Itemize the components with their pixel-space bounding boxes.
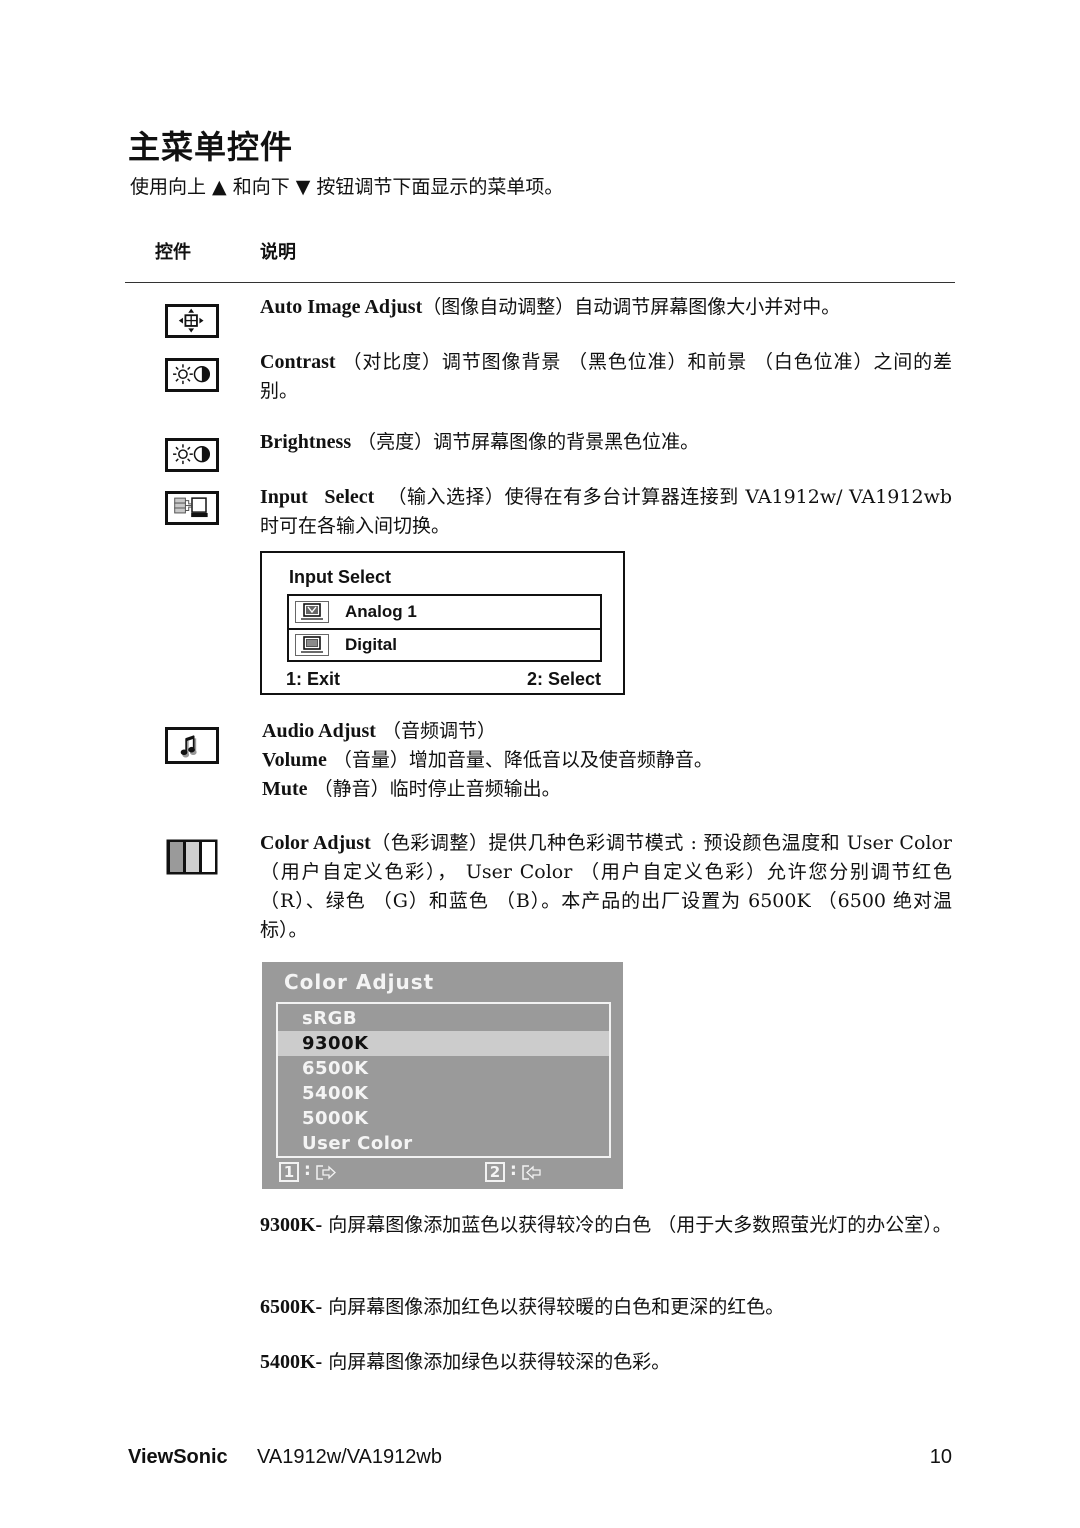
- input-option-analog[interactable]: Analog 1: [289, 596, 600, 630]
- page-title: 主菜单控件: [128, 128, 294, 166]
- audio-adjust-icon: [165, 727, 219, 764]
- input-option-label: Analog 1: [345, 602, 417, 621]
- column-header-description: 说明: [260, 242, 296, 263]
- key-1-colon: :: [304, 1160, 311, 1180]
- brightness-text: （亮度）调节屏幕图像的背景黑色位准。: [351, 431, 700, 453]
- color-adjust-osd: Color Adjust sRGB 9300K 6500K 5400K 5000…: [262, 962, 623, 1189]
- volume-text: （音量）增加音量、降低音以及使音频静音。: [326, 749, 713, 771]
- preset-9300k-term: 9300K-: [260, 1214, 323, 1236]
- brightness-icon: [165, 438, 219, 472]
- footer-model: VA1912w/VA1912wb: [257, 1446, 442, 1468]
- input-select-options: Analog 1 Digital: [287, 594, 602, 662]
- enter-door-icon: [521, 1163, 543, 1181]
- key-2-colon: :: [510, 1160, 517, 1180]
- color-adjust-options: sRGB 9300K 6500K 5400K 5000K User Color: [276, 1002, 611, 1158]
- color-adjust-osd-title: Color Adjust: [284, 970, 435, 994]
- header-divider: [125, 282, 955, 283]
- color-option-5000k[interactable]: 5000K: [278, 1106, 609, 1131]
- analog-monitor-icon: [295, 601, 329, 623]
- preset-6500k-text: 向屏幕图像添加红色以获得较暖的白色和更深的红色。: [322, 1296, 785, 1318]
- key-1-badge: 1: [279, 1162, 299, 1182]
- preset-9300k-description: 9300K- 向屏幕图像添加蓝色以获得较冷的白色 （用于大多数照萤光灯的办公室）…: [260, 1211, 952, 1240]
- auto-image-adjust-term: Auto Image Adjust: [260, 296, 423, 318]
- preset-9300k-text: 向屏幕图像添加蓝色以获得较冷的白色 （用于大多数照萤光灯的办公室）。: [322, 1214, 952, 1236]
- mute-term: Mute: [262, 778, 308, 800]
- input-select-osd-title: Input Select: [289, 567, 392, 587]
- preset-5400k-description: 5400K- 向屏幕图像添加绿色以获得较深的色彩。: [260, 1348, 952, 1377]
- volume-term: Volume: [262, 749, 327, 771]
- input-option-label: Digital: [345, 635, 397, 654]
- input-select-icon: [165, 491, 219, 525]
- auto-image-adjust-icon: [165, 304, 219, 338]
- color-option-5400k[interactable]: 5400K: [278, 1081, 609, 1106]
- contrast-description: Contrast （对比度）调节图像背景 （黑色位准）和前景 （白色位准）之间的…: [260, 348, 952, 406]
- preset-5400k-term: 5400K-: [260, 1351, 323, 1373]
- color-option-9300k[interactable]: 9300K: [278, 1031, 609, 1056]
- auto-image-adjust-description: Auto Image Adjust（图像自动调整）自动调节屏幕图像大小并对中。: [260, 293, 952, 322]
- digital-monitor-icon: [295, 634, 329, 656]
- color-adjust-term: Color Adjust: [260, 832, 371, 854]
- input-select-osd: Input Select Analog 1 Digital 1: Exit 2:…: [260, 551, 625, 695]
- exit-door-icon: [315, 1163, 337, 1181]
- contrast-icon: [165, 358, 219, 392]
- audio-adjust-term: Audio Adjust: [262, 720, 376, 742]
- color-option-user-color[interactable]: User Color: [278, 1131, 609, 1156]
- audio-adjust-text: （音频调节）: [375, 720, 496, 742]
- footer-brand: ViewSonic: [128, 1446, 228, 1468]
- auto-image-adjust-text: （图像自动调整）自动调节屏幕图像大小并对中。: [422, 296, 841, 318]
- preset-5400k-text: 向屏幕图像添加绿色以获得较深的色彩。: [322, 1351, 671, 1373]
- page-subtitle: 使用向上 ▲ 和向下 ▼ 按钮调节下面显示的菜单项。: [130, 176, 564, 198]
- color-option-srgb[interactable]: sRGB: [278, 1006, 609, 1031]
- input-option-digital[interactable]: Digital: [289, 629, 600, 661]
- input-select-description: Input Select （输入选择）使得在有多台计算器连接到 VA1912w/…: [260, 483, 952, 541]
- preset-6500k-description: 6500K- 向屏幕图像添加红色以获得较暖的白色和更深的红色。: [260, 1293, 952, 1322]
- color-adjust-icon: [165, 838, 219, 876]
- color-option-6500k[interactable]: 6500K: [278, 1056, 609, 1081]
- color-adjust-description: Color Adjust（色彩调整）提供几种色彩调节模式 : 预设颜色温度和 U…: [260, 829, 952, 945]
- osd-exit-hint: 1: Exit: [286, 669, 341, 689]
- contrast-term: Contrast: [260, 351, 336, 373]
- preset-6500k-term: 6500K-: [260, 1296, 323, 1318]
- column-header-control: 控件: [155, 242, 191, 263]
- key-2-badge: 2: [485, 1162, 505, 1182]
- audio-adjust-description: Audio Adjust （音频调节） Volume （音量）增加音量、降低音以…: [262, 717, 954, 804]
- contrast-text: （对比度）调节图像背景 （黑色位准）和前景 （白色位准）之间的差别。: [260, 351, 952, 402]
- osd-select-hint: 2: Select: [526, 669, 601, 689]
- brightness-description: Brightness （亮度）调节屏幕图像的背景黑色位准。: [260, 428, 952, 457]
- mute-text: （静音）临时停止音频输出。: [307, 778, 561, 800]
- brightness-term: Brightness: [260, 431, 352, 453]
- page-number: 10: [929, 1446, 952, 1468]
- input-select-term: Input Select: [260, 486, 375, 508]
